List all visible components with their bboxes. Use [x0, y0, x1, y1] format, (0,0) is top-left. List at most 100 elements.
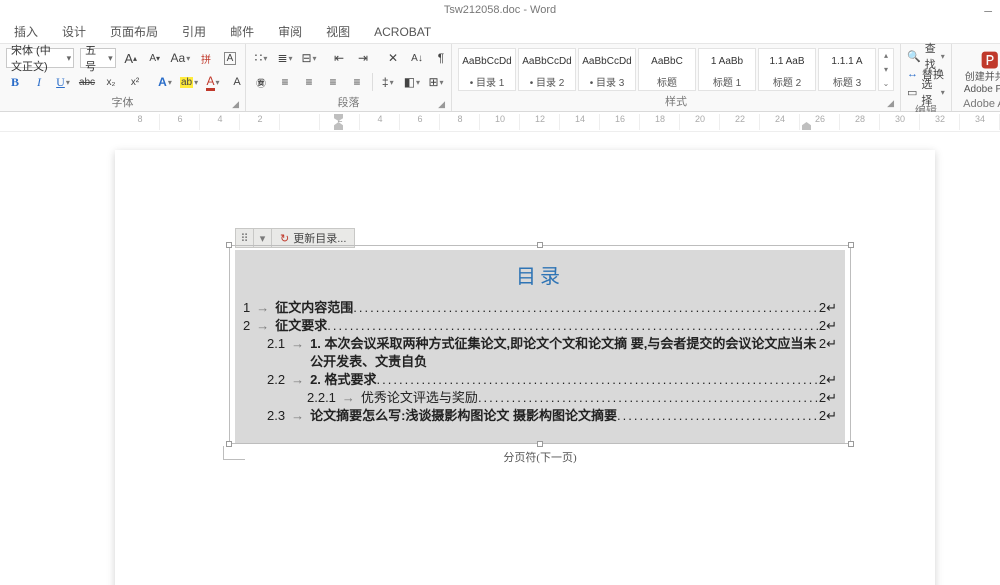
font-group: 宋体 (中文正文)▾ 五号▾ A▴ A▾ Aa▾ 拼 A B I U▾ abc …	[0, 44, 246, 111]
toc-entry-page: 2↵	[819, 389, 837, 407]
toc-entry[interactable]: 2→征文要求..................................…	[235, 317, 845, 335]
bullets-button[interactable]: ∷▾	[252, 48, 270, 68]
ribbon-tab-视图[interactable]: 视图	[314, 20, 362, 44]
font-size-value: 五号	[85, 42, 101, 74]
style-preview: AaBbC	[639, 49, 695, 73]
justify-button[interactable]: ≡	[324, 72, 342, 92]
toc-entry[interactable]: 2.3→论文摘要怎么写:浅谈摄影构图论文 摄影构图论文摘要...........…	[235, 407, 845, 425]
ribbon-tab-ACROBAT[interactable]: ACROBAT	[362, 20, 443, 44]
char-border-button[interactable]: A	[221, 48, 239, 68]
style-item[interactable]: AaBbC标题	[638, 48, 696, 91]
gallery-more-button[interactable]: ⌄	[879, 76, 893, 90]
style-item[interactable]: 1 AaBb标题 1	[698, 48, 756, 91]
decrease-indent-button[interactable]: ⇤	[330, 48, 348, 68]
toc-entry-page: 2↵	[819, 317, 837, 335]
tab-arrow-icon: →	[285, 335, 310, 371]
borders-button[interactable]: ⊞▾	[427, 72, 445, 92]
title-bar: Tsw212058.doc - Word –	[0, 0, 1000, 20]
text-effects-button[interactable]: A▾	[156, 72, 174, 92]
ribbon-tab-插入[interactable]: 插入	[2, 20, 50, 44]
phonetic-guide-button[interactable]: 拼	[197, 48, 215, 68]
style-name: • 目录 2	[519, 73, 575, 90]
font-size-combo[interactable]: 五号▾	[80, 48, 116, 68]
gallery-row-up[interactable]: ▴	[879, 49, 893, 63]
tab-arrow-icon: →	[250, 299, 275, 317]
font-name-value: 宋体 (中文正文)	[11, 42, 59, 74]
horizontal-ruler[interactable]: 8642246810121416182022242628303234363840…	[120, 114, 1000, 130]
ribbon-tab-设计[interactable]: 设计	[50, 20, 98, 44]
style-item[interactable]: 1.1 AaB标题 2	[758, 48, 816, 91]
line-spacing-button[interactable]: ‡▾	[379, 72, 397, 92]
style-name: • 目录 1	[459, 73, 515, 90]
styles-dialog-launcher[interactable]: ◢	[887, 98, 894, 109]
font-dialog-launcher[interactable]: ◢	[232, 99, 239, 110]
toc-entry[interactable]: 2.2.1→优秀论文评选与奖励.........................…	[235, 389, 845, 407]
ribbon-tab-引用[interactable]: 引用	[170, 20, 218, 44]
style-item[interactable]: AaBbCcDd• 目录 3	[578, 48, 636, 91]
strike-button[interactable]: abc	[78, 72, 96, 92]
toc-field[interactable]: 目录 1→征文内容范围.............................…	[235, 250, 845, 465]
paragraph-group: ∷▾ ≣▾ ⊟▾ ⇤ ⇥ ✕ A↓ ¶ ≡ ≡ ≡ ≡ ≡ ‡▾ ◧▾ ⊞▾	[246, 44, 452, 111]
style-name: 标题 2	[759, 73, 815, 90]
align-center-button[interactable]: ≡	[276, 72, 294, 92]
subscript-button[interactable]: x₂	[102, 72, 120, 92]
highlight-button[interactable]: ab▾	[180, 72, 198, 92]
font-name-combo[interactable]: 宋体 (中文正文)▾	[6, 48, 74, 68]
toc-entry[interactable]: 2.1→1. 本次会议采取两种方式征集论文,即论文个文和论文摘 要,与会者提交的…	[235, 335, 845, 371]
style-item[interactable]: 1.1.1 A标题 3	[818, 48, 876, 91]
show-marks-button[interactable]: ¶	[432, 48, 450, 68]
gallery-row-down[interactable]: ▾	[879, 63, 893, 77]
style-name: 标题 3	[819, 73, 875, 90]
paragraph-dialog-launcher[interactable]: ◢	[438, 99, 445, 110]
shrink-font-button[interactable]: A▾	[146, 48, 164, 68]
toc-entry-text: 征文内容范围	[275, 299, 353, 317]
numbering-button[interactable]: ≣▾	[276, 48, 294, 68]
distribute-button[interactable]: ≡	[348, 72, 366, 92]
increase-indent-button[interactable]: ⇥	[354, 48, 372, 68]
align-right-button[interactable]: ≡	[300, 72, 318, 92]
style-item[interactable]: AaBbCcDd• 目录 2	[518, 48, 576, 91]
toc-entry-page: 2↵	[819, 407, 837, 425]
toc-entry-page: 2↵	[819, 335, 837, 371]
toc-entry-number: 2	[243, 317, 250, 335]
toc-entry-text: 1. 本次会议采取两种方式征集论文,即论文个文和论文摘 要,与会者提交的会议论文…	[310, 335, 819, 371]
toc-entry-text: 论文摘要怎么写:浅谈摄影构图论文 摄影构图论文摘要	[310, 407, 617, 425]
toc-block-selection: 目录 1→征文内容范围.............................…	[235, 250, 845, 443]
italic-button[interactable]: I	[30, 72, 48, 92]
toc-leader: ........................................…	[353, 299, 819, 317]
superscript-button[interactable]: x²	[126, 72, 144, 92]
tab-arrow-icon: →	[285, 371, 310, 389]
ribbon-tab-页面布局[interactable]: 页面布局	[98, 20, 170, 44]
ribbon-tabs: 插入设计页面布局引用邮件审阅视图ACROBAT	[0, 20, 1000, 44]
char-shading-button[interactable]: A	[228, 72, 246, 92]
page: ⠿ ▾ ↻ 更新目录... 目录 1→征文内容范围...............…	[115, 150, 935, 585]
select-button[interactable]: ▭选择▾	[907, 84, 945, 100]
sort-button[interactable]: A↓	[408, 48, 426, 68]
toc-entry[interactable]: 2.2→2. 格式要求.............................…	[235, 371, 845, 389]
create-share-pdf-button[interactable]: 🅿 创建并共享Adobe PDF	[958, 48, 1000, 96]
style-item[interactable]: AaBbCcDd• 目录 1	[458, 48, 516, 91]
underline-button[interactable]: U▾	[54, 72, 72, 92]
toc-entry[interactable]: 1→征文内容范围................................…	[235, 299, 845, 317]
ltr-button[interactable]: ✕	[384, 48, 402, 68]
ruler[interactable]: 8642246810121416182022242628303234363840…	[0, 112, 1000, 132]
grow-font-button[interactable]: A▴	[122, 48, 140, 68]
find-button[interactable]: 🔍查找▾	[907, 48, 945, 64]
multilevel-button[interactable]: ⊟▾	[300, 48, 318, 68]
toc-leader: ........................................…	[377, 371, 819, 389]
change-case-button[interactable]: Aa▾	[170, 48, 191, 68]
align-left-button[interactable]: ≡	[252, 72, 270, 92]
document-area: ⠿ ▾ ↻ 更新目录... 目录 1→征文内容范围...............…	[0, 132, 1000, 585]
shading-button[interactable]: ◧▾	[403, 72, 421, 92]
pdf-icon: 🅿	[978, 48, 1000, 72]
tab-arrow-icon: →	[250, 317, 275, 335]
font-color-button[interactable]: A▾	[204, 72, 222, 92]
ribbon-tab-邮件[interactable]: 邮件	[218, 20, 266, 44]
toc-update-label: 更新目录...	[293, 230, 346, 246]
tab-arrow-icon: →	[285, 407, 310, 425]
style-name: • 目录 3	[579, 73, 635, 90]
bold-button[interactable]: B	[6, 72, 24, 92]
minimize-button[interactable]: –	[984, 0, 992, 20]
style-name: 标题	[639, 73, 695, 90]
ribbon-tab-审阅[interactable]: 审阅	[266, 20, 314, 44]
